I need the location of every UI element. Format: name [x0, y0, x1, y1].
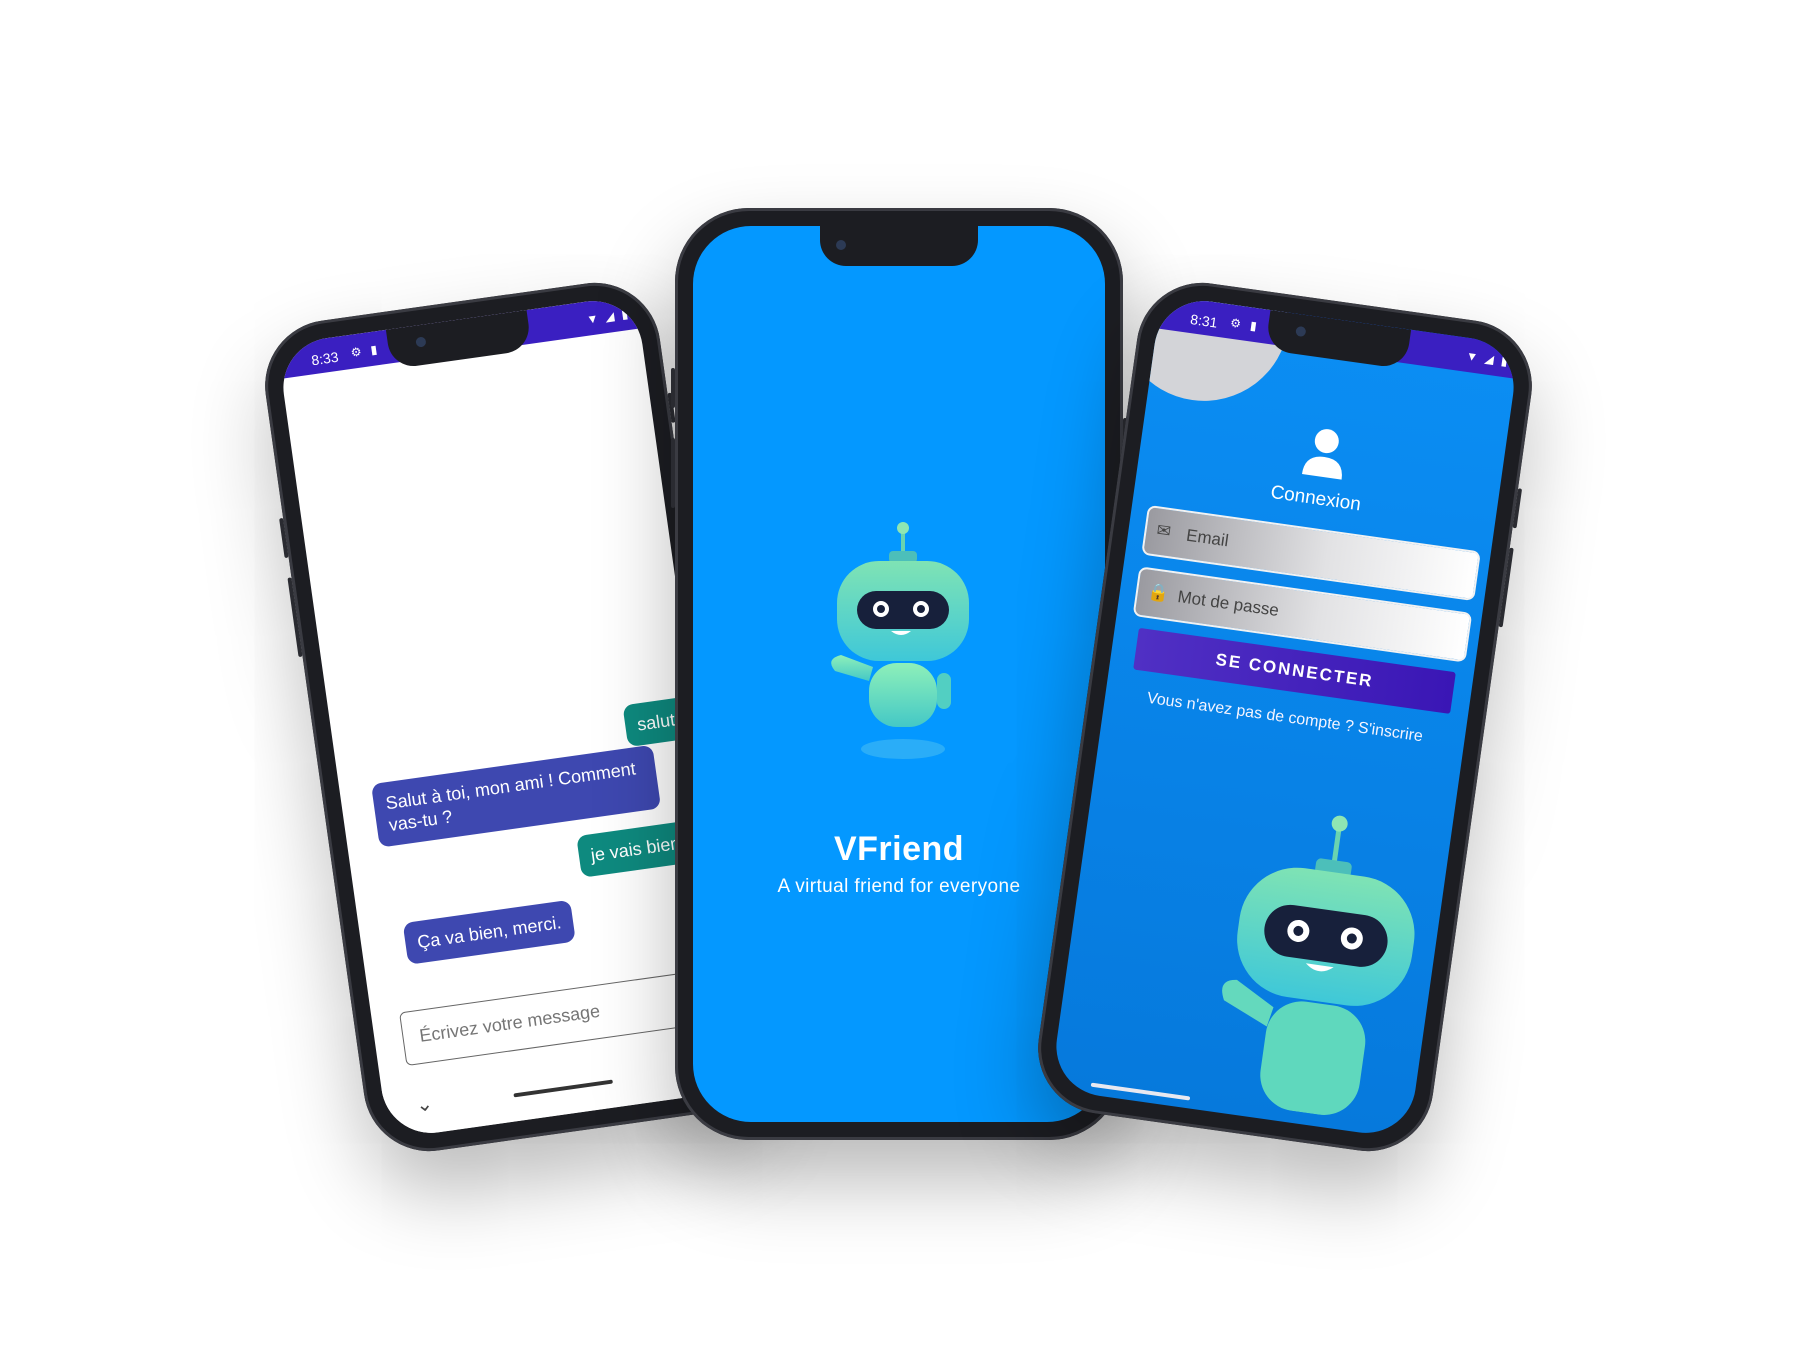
side-button	[671, 368, 675, 408]
message-text: Ça va bien, merci.	[416, 912, 563, 953]
app-tagline: A virtual friend for everyone	[777, 876, 1021, 897]
sim-icon: ▮	[1249, 318, 1258, 334]
mail-icon: ✉	[1155, 520, 1173, 542]
sim-icon: ▮	[369, 342, 379, 358]
camera-notch	[1264, 310, 1412, 370]
password-placeholder: Mot de passe	[1176, 586, 1281, 621]
email-placeholder: Email	[1185, 525, 1230, 551]
lock-icon: 🔒	[1146, 581, 1171, 604]
signal-icon: ◢	[604, 308, 616, 325]
splash-screen: VFriend A virtual friend for everyone	[693, 226, 1105, 1122]
camera-notch	[820, 226, 978, 266]
message-text: Salut à toi, mon ami ! Comment vas-tu ?	[384, 758, 637, 836]
camera-notch	[385, 310, 533, 370]
side-button	[279, 517, 289, 559]
settings-icon: ⚙	[349, 344, 363, 360]
chat-message-bot: Ça va bien, merci.	[402, 899, 576, 965]
robot-mascot-icon	[831, 522, 969, 759]
home-gesture-bar[interactable]	[1090, 1082, 1191, 1101]
user-icon	[1301, 429, 1342, 480]
camera-lens	[1295, 325, 1307, 338]
side-button	[1498, 547, 1514, 628]
battery-icon: ▮	[620, 306, 630, 322]
wifi-icon: ▼	[585, 311, 600, 327]
wifi-icon: ▼	[1465, 348, 1479, 365]
chevron-down-icon[interactable]: ⌄	[414, 1091, 435, 1118]
side-button	[1512, 488, 1523, 529]
camera-lens	[836, 240, 846, 250]
status-time: 8:31	[1189, 311, 1219, 331]
status-time: 8:33	[310, 348, 340, 369]
battery-icon: ▮	[1500, 353, 1509, 369]
side-button	[671, 438, 675, 508]
side-button	[287, 577, 303, 658]
settings-icon: ⚙	[1229, 315, 1242, 331]
camera-lens	[415, 336, 427, 348]
robot-mascot-icon	[1222, 815, 1415, 1115]
signal-icon: ◢	[1483, 351, 1495, 367]
app-title: VFriend	[833, 830, 965, 868]
home-gesture-bar[interactable]	[513, 1079, 613, 1098]
